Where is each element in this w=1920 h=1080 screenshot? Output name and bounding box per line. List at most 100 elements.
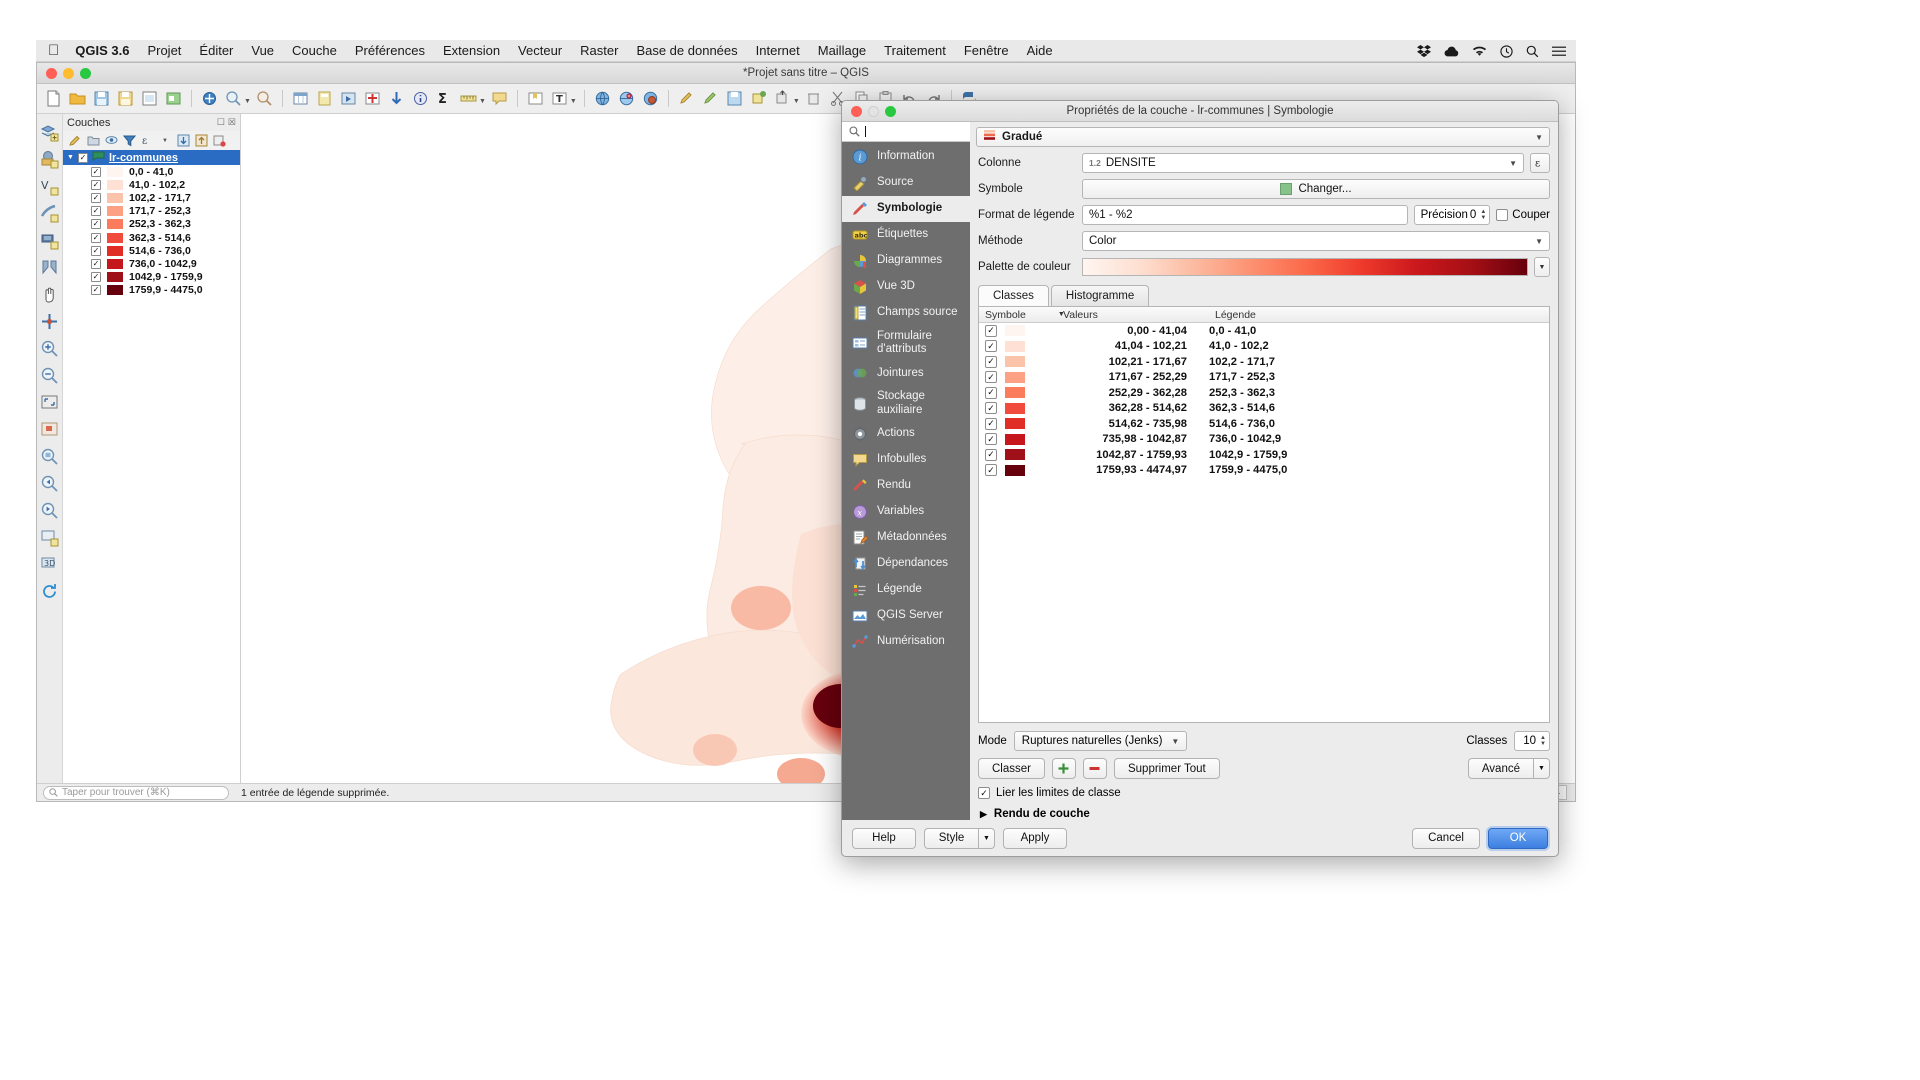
panel-undock-icon[interactable]: ☐ <box>217 117 225 128</box>
couper-checkbox-wrap[interactable]: Couper <box>1496 209 1550 221</box>
deselect-icon[interactable] <box>386 88 407 109</box>
chevron-down-icon[interactable]: ▼ <box>1509 159 1517 168</box>
table-row[interactable]: ✓514,62 - 735,98514,6 - 736,0 <box>979 416 1549 432</box>
menu-internet[interactable]: Internet <box>756 43 800 58</box>
legend-class-checkbox[interactable]: ✓ <box>91 193 101 203</box>
row-color-swatch[interactable] <box>1005 372 1025 383</box>
control-center-icon[interactable] <box>1552 46 1566 57</box>
classer-button[interactable]: Classer <box>978 758 1045 779</box>
select-features-icon[interactable] <box>338 88 359 109</box>
pan-to-selection-icon[interactable] <box>40 311 60 331</box>
sidebar-item-num-risation[interactable]: Numérisation <box>842 629 970 655</box>
classes-count-spinbox[interactable]: 10 ▲ ▼ <box>1514 731 1550 751</box>
methode-combo[interactable]: Color ▼ <box>1082 231 1550 251</box>
new-3d-map-view-icon[interactable]: 3D <box>40 554 60 574</box>
add-delimited-text-icon[interactable]: V <box>40 176 60 196</box>
text-annotation-icon[interactable]: T <box>549 88 570 109</box>
zoom-full-extent-icon[interactable] <box>40 392 60 412</box>
style-split-button[interactable]: Style ▼ <box>924 828 995 849</box>
chevron-right-icon[interactable]: ▶ <box>980 809 987 820</box>
legend-class-item[interactable]: ✓1042,9 - 1759,9 <box>63 271 240 284</box>
filter-expression-icon[interactable]: ε <box>140 134 154 148</box>
row-color-swatch[interactable] <box>1005 434 1025 445</box>
row-color-swatch[interactable] <box>1005 449 1025 460</box>
layer-tree-item-lr-communes[interactable]: ▼ ✓ lr-communes <box>63 150 240 165</box>
sidebar-item-source[interactable]: Source <box>842 170 970 196</box>
new-map-view-icon[interactable] <box>40 527 60 547</box>
digitize-dropdown-caret-icon[interactable]: ▼ <box>793 98 800 105</box>
stepper-down-icon[interactable]: ▼ <box>1480 215 1486 221</box>
table-row[interactable]: ✓362,28 - 514,62362,3 - 514,6 <box>979 401 1549 417</box>
legend-class-checkbox[interactable]: ✓ <box>91 285 101 295</box>
row-color-swatch[interactable] <box>1005 418 1025 429</box>
edit-pencil-icon[interactable] <box>700 88 721 109</box>
zoom-to-selection-icon[interactable] <box>40 419 60 439</box>
attribute-table-icon[interactable] <box>290 88 311 109</box>
row-color-swatch[interactable] <box>1005 356 1025 367</box>
row-checkbox[interactable]: ✓ <box>985 325 997 337</box>
legend-class-checkbox[interactable]: ✓ <box>91 233 101 243</box>
legend-dropdown-caret-icon[interactable]: ▼ <box>158 134 172 148</box>
toggle-editing-icon[interactable] <box>676 88 697 109</box>
add-spatialite-layer-icon[interactable] <box>40 203 60 223</box>
menu-editer[interactable]: Éditer <box>199 43 233 58</box>
row-checkbox[interactable]: ✓ <box>985 418 997 430</box>
zoom-in-tool-icon[interactable] <box>40 338 60 358</box>
row-checkbox[interactable]: ✓ <box>985 464 997 476</box>
delete-class-button[interactable] <box>1083 758 1107 779</box>
precision-stepper[interactable]: ▲ ▼ <box>1480 209 1486 221</box>
menu-projet[interactable]: Projet <box>147 43 181 58</box>
statistics-icon[interactable]: Σ <box>434 88 455 109</box>
supprimer-tout-button[interactable]: Supprimer Tout <box>1114 758 1220 779</box>
table-row[interactable]: ✓252,29 - 362,28252,3 - 362,3 <box>979 385 1549 401</box>
remove-layer-icon[interactable] <box>212 134 226 148</box>
expand-all-icon[interactable] <box>176 134 190 148</box>
legend-class-item[interactable]: ✓102,2 - 171,7 <box>63 191 240 204</box>
sidebar-item-diagrammes[interactable]: Diagrammes <box>842 248 970 274</box>
chevron-down-icon[interactable]: ▼ <box>1535 133 1543 142</box>
manage-layer-visibility-icon[interactable] <box>104 134 118 148</box>
add-group-icon[interactable] <box>86 134 100 148</box>
legend-class-checkbox[interactable]: ✓ <box>91 206 101 216</box>
sidebar-item-tiquettes[interactable]: abcÉtiquettes <box>842 222 970 248</box>
avance-split-button[interactable]: Avancé ▼ <box>1468 758 1550 779</box>
row-checkbox[interactable]: ✓ <box>985 356 997 368</box>
row-checkbox[interactable]: ✓ <box>985 387 997 399</box>
precision-spinbox[interactable]: Précision 0 ▲ ▼ <box>1414 205 1491 225</box>
open-layer-styling-icon[interactable] <box>68 134 82 148</box>
avance-button[interactable]: Avancé <box>1468 758 1533 779</box>
select-by-expression-icon[interactable] <box>362 88 383 109</box>
color-ramp-preview[interactable] <box>1082 258 1528 276</box>
legend-class-item[interactable]: ✓514,6 - 736,0 <box>63 244 240 257</box>
legend-class-item[interactable]: ✓1759,9 - 4475,0 <box>63 284 240 297</box>
measure-line-icon[interactable] <box>458 88 479 109</box>
menu-raster[interactable]: Raster <box>580 43 618 58</box>
locator-search-box[interactable]: Taper pour trouver (⌘K) <box>43 786 229 800</box>
row-color-swatch[interactable] <box>1005 325 1025 336</box>
add-wfs-layer-icon[interactable] <box>616 88 637 109</box>
search-icon[interactable] <box>1526 45 1539 58</box>
legend-class-checkbox[interactable]: ✓ <box>91 272 101 282</box>
pan-map-icon[interactable] <box>199 88 220 109</box>
chevron-down-icon[interactable]: ▼ <box>1171 737 1179 746</box>
clock-icon[interactable] <box>1500 45 1513 58</box>
ok-button[interactable]: OK <box>1488 828 1548 849</box>
new-bookmark-icon[interactable] <box>525 88 546 109</box>
table-row[interactable]: ✓171,67 - 252,29171,7 - 252,3 <box>979 370 1549 386</box>
menu-base-de-donnees[interactable]: Base de données <box>636 43 737 58</box>
sidebar-item-actions[interactable]: Actions <box>842 421 970 447</box>
apply-button[interactable]: Apply <box>1003 828 1067 849</box>
menu-maillage[interactable]: Maillage <box>818 43 866 58</box>
chevron-down-icon[interactable]: ▼ <box>67 154 74 161</box>
legend-class-checkbox[interactable]: ✓ <box>91 167 101 177</box>
zoom-dropdown-caret-icon[interactable]: ▼ <box>244 98 251 105</box>
row-checkbox[interactable]: ✓ <box>985 402 997 414</box>
legend-class-item[interactable]: ✓41,0 - 102,2 <box>63 178 240 191</box>
add-postgis-layer-icon[interactable] <box>40 230 60 250</box>
row-checkbox[interactable]: ✓ <box>985 433 997 445</box>
row-checkbox[interactable]: ✓ <box>985 340 997 352</box>
zoom-last-icon[interactable] <box>40 473 60 493</box>
row-checkbox[interactable]: ✓ <box>985 449 997 461</box>
menu-couche[interactable]: Couche <box>292 43 337 58</box>
sidebar-search-box[interactable] <box>842 122 970 142</box>
